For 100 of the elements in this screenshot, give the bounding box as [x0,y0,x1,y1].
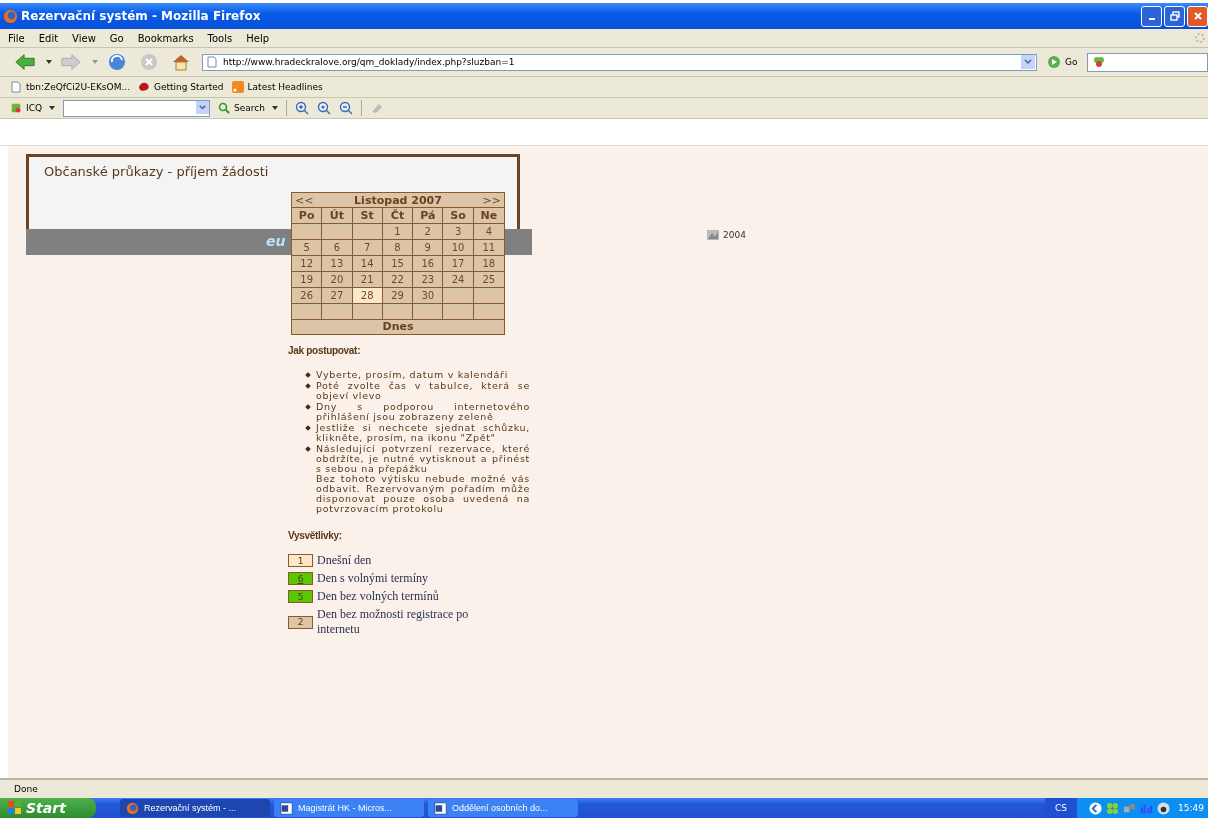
bullet-icon [305,383,311,389]
blob-icon [138,81,150,93]
speaker-icon[interactable] [1157,801,1171,815]
zoom-out-icon[interactable] [338,101,353,115]
instruction-text: Dny s podporou internetového přihlášení jsou zobrazeny zeleně [316,402,530,422]
dropdown-icon[interactable] [1021,55,1035,69]
year-text: 2004 [723,230,746,240]
go-button[interactable]: Go [1065,57,1078,67]
menu-item[interactable]: Bookmarks [137,32,194,44]
legend-swatch: 2 [288,615,313,629]
taskbar-button[interactable]: Rezervační systém - ... [120,799,270,817]
legend-swatch: 6 [288,572,313,585]
menu-item[interactable]: Tools [207,32,233,44]
menu-item[interactable]: File [8,32,25,44]
chevron-icon[interactable] [1089,801,1103,815]
calendar-day[interactable]: 28 [352,288,383,304]
search-button[interactable]: Search [218,102,278,114]
month-title: Listopad 2007 [354,193,442,207]
calendar-day[interactable]: 25 [473,272,504,288]
calendar-day[interactable]: 13 [322,256,353,272]
calendar-day[interactable]: 23 [413,272,444,288]
calendar-day[interactable]: 6 [322,240,353,256]
taskbar-button[interactable]: Magistrát HK - Micros... [274,799,424,817]
calendar-day[interactable]: 18 [473,256,504,272]
restore-button[interactable] [1164,5,1185,27]
search-field[interactable] [1087,52,1208,72]
clock: 15:49 [1178,803,1204,813]
calendar-day[interactable]: 20 [322,272,353,288]
calendar-day[interactable]: 11 [473,240,504,256]
caret-icon[interactable] [46,60,52,64]
document-icon [434,801,447,815]
calendar-day[interactable]: 12 [292,256,323,272]
calendar-day[interactable]: 10 [443,240,474,256]
bookmark-item[interactable]: tbn:ZeQfCi2U-EKsOM... [10,81,130,93]
calendar-day[interactable]: 16 [413,256,444,272]
taskbar-button[interactable]: Oddělení osobních do... [428,799,578,817]
bookmark-item[interactable]: Latest Headlines [231,81,323,93]
legend-label: Den bez možnosti registrace po internetu [317,607,470,637]
restore-icon [1169,11,1180,21]
status-text: Done [14,784,38,794]
previous-month-link[interactable]: << [295,193,314,207]
zoom-icon[interactable] [316,101,331,115]
zoom-in-icon[interactable] [294,101,309,115]
menu-item[interactable]: Edit [38,32,59,44]
minimize-icon [1148,18,1155,20]
weekday-header: Po [292,208,323,224]
calendar-day[interactable]: 30 [413,288,444,304]
today-button[interactable]: Dnes [292,320,504,334]
search-icon [218,102,231,114]
calendar-day[interactable]: 15 [382,256,414,272]
legend-label: Den bez volných termínů [317,589,440,604]
calendar-day[interactable]: 8 [382,240,414,256]
calendar-day[interactable]: 17 [443,256,474,272]
logo-text: eu [266,233,286,249]
calendar-day[interactable]: 24 [443,272,474,288]
menu-item[interactable]: Go [109,32,124,44]
instruction-text: Poté zvolte čas v tabulce, která se objeví vlevo [316,381,530,401]
weekday-header: So [443,208,474,224]
windows-icon [8,801,22,815]
weekday-header: Pá [413,208,444,224]
calendar-day[interactable]: 19 [292,272,323,288]
minimize-button[interactable] [1141,5,1162,27]
calendar-day[interactable]: 7 [352,240,383,256]
calendar-day[interactable]: 5 [292,240,323,256]
next-month-link[interactable]: >> [482,193,501,207]
calendar-day[interactable]: 27 [322,288,353,304]
instruction-text: Jestliže si nechcete sjednat schůzku, klikněte, prosím, na ikonu "Zpět" [316,423,530,443]
calendar-day[interactable]: 3 [443,224,474,240]
firefox-icon [126,801,139,815]
icq-search-field[interactable] [63,99,211,117]
start-button[interactable]: Start [0,798,96,818]
calendar-day[interactable]: 29 [382,288,414,304]
dropdown-icon[interactable] [196,100,210,114]
legend-title: Vysvětlivky: [288,530,343,541]
menu-item[interactable]: Help [246,32,270,44]
calendar-day[interactable]: 26 [292,288,323,304]
go-icon[interactable] [1047,55,1061,69]
weekday-header: St [352,208,383,224]
instruction-note: Bez tohoto výtisku nebude možné vás odbavit. Rezervovaným pořadím může disponovat pouze osoba uvedená na potvrzovacím protokolu [316,474,530,514]
bookmark-item[interactable]: Getting Started [138,81,224,93]
address-field[interactable]: http://www.hradeckralove.org/qm_doklady/index.php?sluzban=1 [202,53,1037,71]
instruction-text: Následující potvrzení rezervace, které obdržíte, je nutné vytisknout a přinést s sebou na přepážku [316,444,530,474]
flower-icon [10,102,22,114]
close-button[interactable] [1187,5,1208,27]
menu-item[interactable]: View [72,32,96,44]
back-icon[interactable] [14,52,36,72]
calendar-day[interactable]: 2 [413,224,444,240]
throbber-icon [1194,32,1206,44]
language-indicator[interactable]: CS [1045,798,1078,818]
reload-icon[interactable] [106,52,128,72]
legend-swatch: 5 [288,590,313,603]
calendar-day[interactable]: 1 [382,224,414,240]
calendar-day[interactable]: 9 [413,240,444,256]
firefox-icon [3,8,18,24]
calendar-day[interactable]: 22 [382,272,414,288]
caret-icon [271,106,278,110]
icq-button[interactable]: ICQ [10,102,56,114]
calendar-day[interactable]: 4 [473,224,504,240]
calendar-day[interactable]: 14 [352,256,383,272]
bullet-icon [305,446,311,452]
